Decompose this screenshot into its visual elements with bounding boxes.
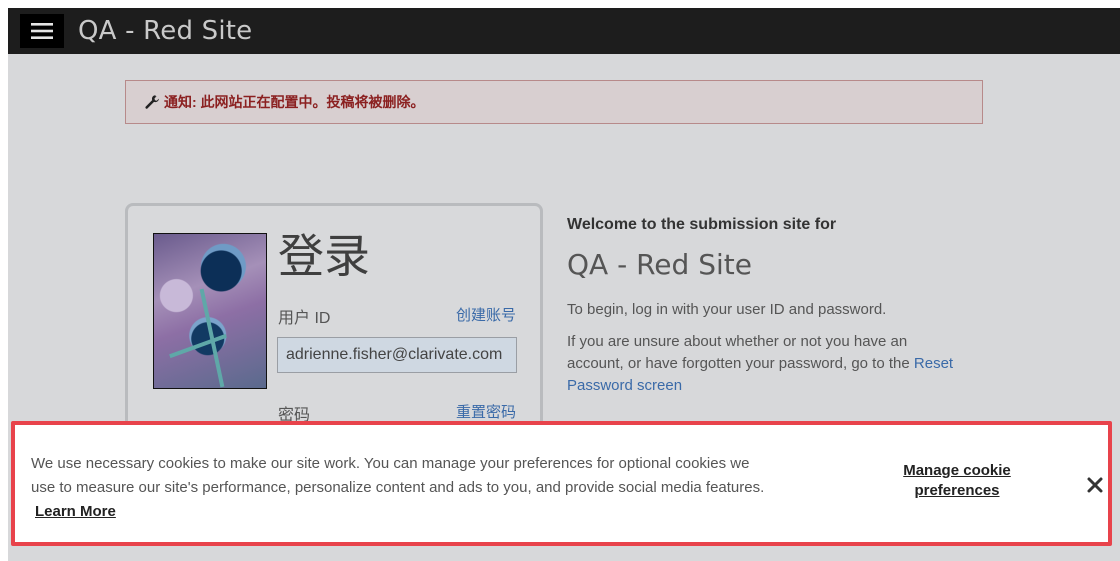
manage-cookie-preferences-link[interactable]: Manage cookie preferences: [877, 461, 1037, 501]
reset-password-link[interactable]: 重置密码: [456, 401, 516, 422]
site-logo-image: [153, 233, 267, 389]
cookie-message-text: We use necessary cookies to make our sit…: [31, 455, 765, 496]
page-frame: QA - Red Site 通知: 此网站正在配置中。投稿将被删除。 登录 用户…: [8, 8, 1120, 561]
bottom-strip: [8, 548, 1120, 561]
userid-input[interactable]: [277, 337, 517, 373]
welcome-site-name: QA - Red Site: [567, 248, 752, 281]
hamburger-menu-icon[interactable]: [20, 14, 64, 48]
learn-more-link[interactable]: Learn More: [35, 503, 116, 520]
welcome-section: Welcome to the submission site for QA - …: [567, 216, 967, 407]
cookie-banner: We use necessary cookies to make our sit…: [11, 421, 1112, 546]
create-account-link[interactable]: 创建账号: [456, 304, 516, 325]
welcome-heading: Welcome to the submission site for: [567, 216, 837, 233]
welcome-para-2: If you are unsure about whether or not y…: [567, 331, 967, 397]
login-title: 登录: [278, 229, 370, 283]
top-bar: QA - Red Site: [8, 8, 1120, 54]
wrench-icon: [144, 94, 160, 110]
notice-text: 通知: 此网站正在配置中。投稿将被删除。: [164, 94, 425, 110]
site-title: QA - Red Site: [78, 16, 253, 46]
site-notice: 通知: 此网站正在配置中。投稿将被删除。: [125, 80, 983, 124]
welcome-para-1: To begin, log in with your user ID and p…: [567, 301, 887, 318]
cookie-message: We use necessary cookies to make our sit…: [31, 452, 771, 524]
welcome-para-2-text: If you are unsure about whether or not y…: [567, 333, 910, 372]
close-icon[interactable]: [1083, 473, 1107, 497]
userid-label: 用户 ID: [278, 310, 331, 327]
